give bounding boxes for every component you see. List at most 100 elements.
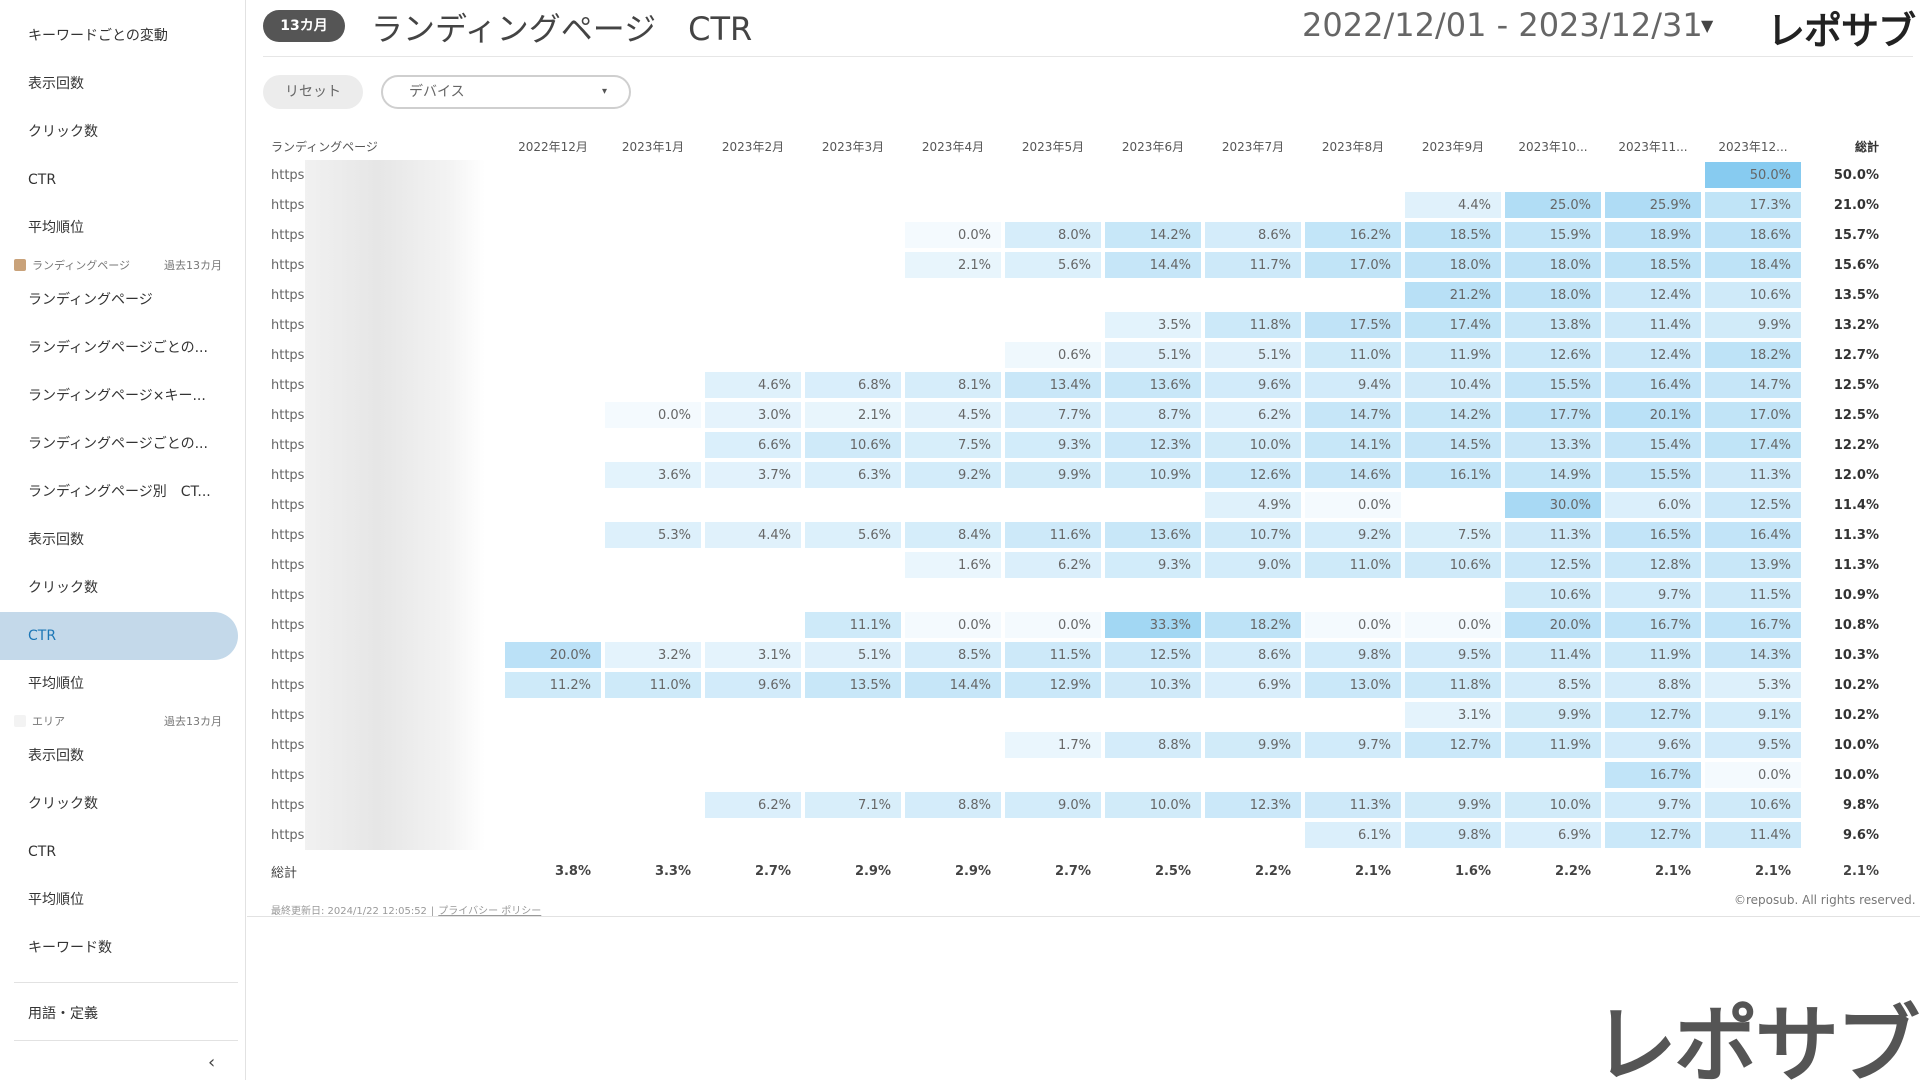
chevron-down-icon: ▾	[601, 86, 607, 97]
ctr-cell: 12.6%	[1505, 342, 1601, 368]
sidebar-item[interactable]: 平均順位	[0, 876, 238, 924]
sidebar-item[interactable]: ランディングページごとの...	[0, 324, 238, 372]
landing-page-url[interactable]: https:/	[265, 550, 501, 580]
device-select[interactable]: デバイス ▾	[381, 75, 631, 109]
landing-page-url[interactable]: https:/	[265, 610, 501, 640]
landing-page-url[interactable]: https:/	[265, 370, 501, 400]
column-header-total[interactable]: 総計	[1805, 134, 1885, 158]
ctr-cell	[805, 762, 901, 788]
date-range-dropdown-icon[interactable]: ▼	[1701, 16, 1713, 35]
column-header-month[interactable]: 2023年2月	[705, 134, 801, 158]
landing-page-url[interactable]: https:/	[265, 580, 501, 610]
column-header-month[interactable]: 2023年6月	[1105, 134, 1201, 158]
sidebar-item[interactable]: クリック数	[0, 564, 238, 612]
sidebar-item[interactable]: ランディングページごとの...	[0, 420, 238, 468]
sidebar-item[interactable]: 表示回数	[0, 732, 238, 780]
landing-page-url[interactable]: https:/	[265, 400, 501, 430]
landing-page-url[interactable]: https:/	[265, 700, 501, 730]
landing-page-url[interactable]: https:/	[265, 730, 501, 760]
sidebar-item[interactable]: 用語・定義	[0, 990, 238, 1038]
summary-cell: 3.8%	[554, 864, 591, 879]
sidebar-item[interactable]: 表示回数	[0, 60, 238, 108]
ctr-cell	[1105, 492, 1201, 518]
collapse-sidebar-icon[interactable]: ‹	[208, 1052, 215, 1073]
ctr-cell	[805, 312, 901, 338]
column-header-month[interactable]: 2023年5月	[1005, 134, 1101, 158]
column-header-month[interactable]: 2023年1月	[605, 134, 701, 158]
landing-page-url[interactable]: https:/	[265, 670, 501, 700]
column-header-month[interactable]: 2023年8月	[1305, 134, 1401, 158]
landing-page-url[interactable]: https:/	[265, 760, 501, 790]
ctr-cell: 25.9%	[1605, 192, 1701, 218]
ctr-table: ランディングページ 2022年12月 2023年1月 2023年2月 2023年3月 2…	[261, 130, 1889, 885]
ctr-cell	[505, 822, 601, 848]
landing-page-url[interactable]: https:/	[265, 460, 501, 490]
landing-page-url[interactable]: https:/	[265, 340, 501, 370]
ctr-cell	[605, 612, 701, 638]
ctr-cell: 12.5%	[1705, 492, 1801, 518]
column-header-month[interactable]: 2023年11...	[1605, 134, 1701, 158]
sidebar-item[interactable]: 平均順位	[0, 660, 238, 708]
sidebar-item[interactable]: クリック数	[0, 780, 238, 828]
landing-page-url[interactable]: https:/	[265, 160, 501, 190]
ctr-cell	[1005, 282, 1101, 308]
ctr-cell: 9.6%	[1605, 732, 1701, 758]
sidebar-item[interactable]: CTR	[0, 612, 238, 660]
sidebar-item[interactable]: CTR	[0, 156, 238, 204]
ctr-cell	[605, 582, 701, 608]
ctr-cell: 18.5%	[1405, 222, 1501, 248]
column-header-month[interactable]: 2022年12月	[505, 134, 601, 158]
landing-page-url[interactable]: https:/	[265, 490, 501, 520]
column-header-month[interactable]: 2023年7月	[1205, 134, 1301, 158]
sidebar-item[interactable]: 表示回数	[0, 516, 238, 564]
ctr-cell: 1.7%	[1005, 732, 1101, 758]
column-header-landing-page[interactable]: ランディングページ	[265, 134, 501, 158]
landing-page-url[interactable]: https:/	[265, 790, 501, 820]
reset-button[interactable]: リセット	[263, 75, 363, 109]
landing-page-url[interactable]: https:/	[265, 310, 501, 340]
ctr-cell: 6.3%	[805, 462, 901, 488]
landing-page-url[interactable]: https:/	[265, 220, 501, 250]
sidebar-item[interactable]: キーワード数	[0, 924, 238, 972]
ctr-cell	[1405, 762, 1501, 788]
sidebar-item[interactable]: ランディングページ×キー...	[0, 372, 238, 420]
ctr-cell	[1305, 762, 1401, 788]
row-total: 13.5%	[1833, 287, 1879, 303]
row-total: 11.4%	[1833, 497, 1879, 513]
row-total: 10.0%	[1833, 737, 1879, 753]
landing-page-url[interactable]: https:/	[265, 520, 501, 550]
ctr-cell: 11.0%	[605, 672, 701, 698]
column-header-month[interactable]: 2023年4月	[905, 134, 1001, 158]
landing-page-url[interactable]: https:/	[265, 820, 501, 850]
column-header-month[interactable]: 2023年9月	[1405, 134, 1501, 158]
date-range[interactable]: 2022/12/01 - 2023/12/31	[1302, 6, 1703, 44]
landing-page-url[interactable]: https:/	[265, 640, 501, 670]
landing-page-url[interactable]: https:/	[265, 280, 501, 310]
sidebar-item[interactable]: ランディングページ	[0, 276, 238, 324]
table-row: https:/ 6.1% 9.8% 6.9% 12.7% 11.4% 9.6%	[265, 820, 1885, 850]
sidebar-item[interactable]: キーワードごとの変動	[0, 12, 238, 60]
sidebar-item[interactable]: クリック数	[0, 108, 238, 156]
ctr-cell: 50.0%	[1705, 162, 1801, 188]
column-header-month[interactable]: 2023年12...	[1705, 134, 1801, 158]
landing-page-url[interactable]: https:/	[265, 190, 501, 220]
ctr-cell	[605, 312, 701, 338]
sidebar-item[interactable]: CTR	[0, 828, 238, 876]
landing-page-url[interactable]: https:/	[265, 250, 501, 280]
row-total: 12.0%	[1833, 467, 1879, 483]
table-row: https:/0.0% 8.0% 14.2% 8.6% 16.2% 18.5% 15.9% 1…	[265, 220, 1885, 250]
ctr-cell	[1205, 282, 1301, 308]
ctr-cell	[605, 762, 701, 788]
ctr-cell	[1105, 702, 1201, 728]
section-period: 過去13カ月	[164, 259, 222, 272]
column-header-month[interactable]: 2023年10...	[1505, 134, 1601, 158]
sidebar-item[interactable]: 平均順位	[0, 204, 238, 252]
column-header-month[interactable]: 2023年3月	[805, 134, 901, 158]
ctr-cell: 0.0%	[905, 612, 1001, 638]
ctr-cell	[705, 762, 801, 788]
landing-page-url[interactable]: https:/	[265, 430, 501, 460]
ctr-cell: 12.3%	[1205, 792, 1301, 818]
ctr-cell	[905, 582, 1001, 608]
ctr-cell: 14.2%	[1105, 222, 1201, 248]
sidebar-item[interactable]: ランディングページ別 CT...	[0, 468, 238, 516]
